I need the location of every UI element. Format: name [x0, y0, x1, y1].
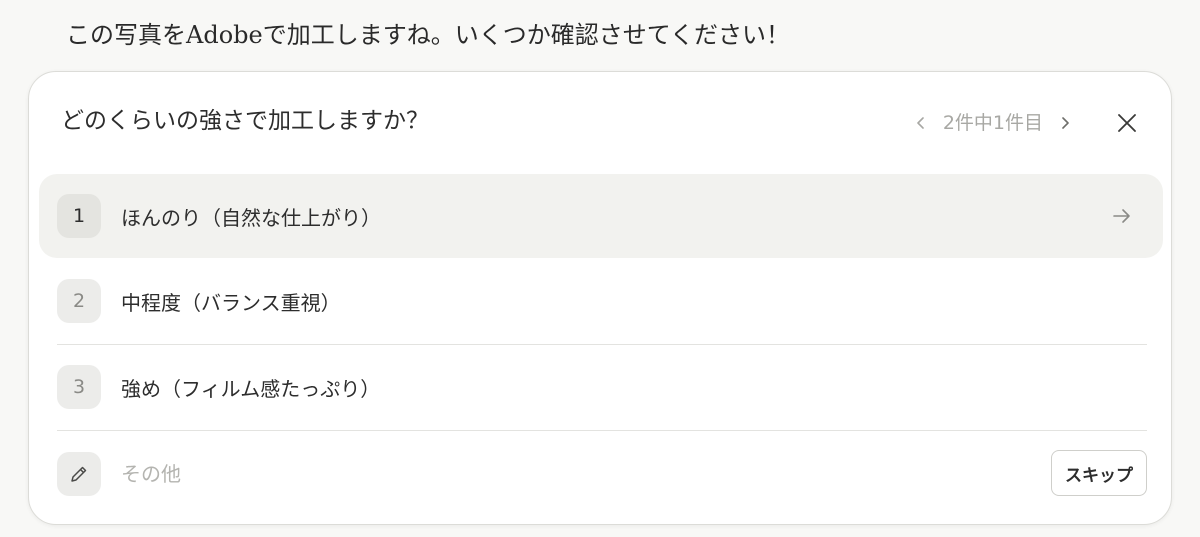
option-number: 3 [57, 365, 101, 409]
other-answer-row: スキップ [39, 434, 1163, 514]
option-label: 強め（フィルム感たっぷり） [121, 376, 381, 401]
pencil-icon [57, 452, 101, 496]
other-answer-input[interactable] [119, 453, 983, 495]
option-2[interactable]: 2 中程度（バランス重視） [39, 259, 1163, 343]
chevron-right-icon[interactable] [1055, 110, 1075, 136]
question-card: どのくらいの強さで加工しますか？ 2件中1件目 1 ほんのり（自然な仕上がり） … [28, 71, 1172, 525]
option-1[interactable]: 1 ほんのり（自然な仕上がり） [39, 174, 1163, 258]
question-pager: 2件中1件目 [911, 110, 1075, 136]
option-number: 1 [57, 194, 101, 238]
skip-button[interactable]: スキップ [1051, 450, 1147, 496]
assistant-message: この写真をAdobeで加工しますね。いくつか確認させてください！ [66, 21, 790, 49]
close-icon[interactable] [1113, 109, 1141, 137]
arrow-right-icon [1113, 209, 1130, 223]
option-label: 中程度（バランス重視） [121, 290, 341, 315]
question-text: どのくらいの強さで加工しますか？ [61, 108, 429, 134]
option-label: ほんのり（自然な仕上がり） [121, 205, 381, 230]
divider [57, 430, 1147, 431]
option-number: 2 [57, 279, 101, 323]
chevron-left-icon[interactable] [911, 110, 931, 136]
option-3[interactable]: 3 強め（フィルム感たっぷり） [39, 345, 1163, 429]
pager-text: 2件中1件目 [942, 112, 1043, 134]
